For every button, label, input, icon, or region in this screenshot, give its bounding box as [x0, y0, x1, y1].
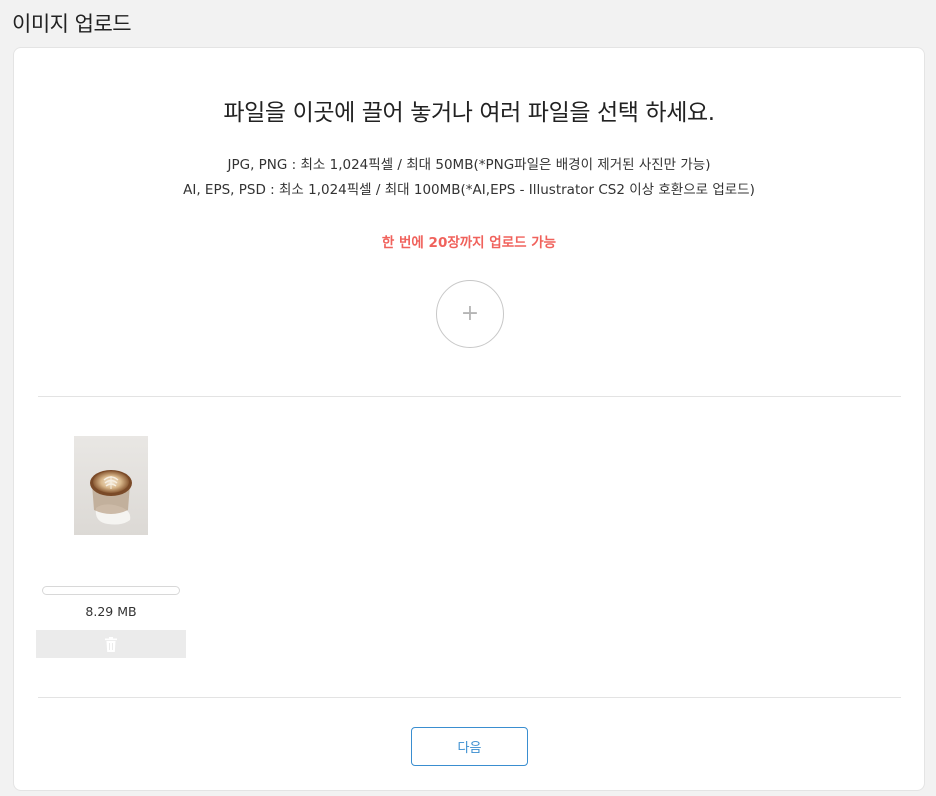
spec-vector-formats: AI, EPS, PSD : 최소 1,024픽셀 / 최대 100MB(*AI…	[183, 182, 755, 198]
latte-photo-image	[74, 436, 148, 535]
next-button[interactable]: 다음	[411, 727, 528, 766]
upload-limit-note: 한 번에 20장까지 업로드 가능	[381, 235, 557, 251]
divider	[38, 697, 901, 698]
upload-progress-bar	[42, 586, 180, 595]
add-file-button[interactable]: +	[436, 280, 504, 348]
page-title: 이미지 업로드	[12, 12, 132, 36]
drop-zone-heading: 파일을 이곳에 끌어 놓거나 여러 파일을 선택 하세요.	[223, 100, 715, 126]
file-thumbnail	[74, 436, 148, 535]
trash-icon	[105, 636, 117, 652]
delete-file-button[interactable]	[36, 630, 186, 658]
uploaded-file-item: 8.29 MB	[36, 436, 186, 658]
upload-card: 파일을 이곳에 끌어 놓거나 여러 파일을 선택 하세요. JPG, PNG :…	[13, 47, 925, 791]
divider	[38, 396, 901, 397]
spec-image-formats: JPG, PNG : 최소 1,024픽셀 / 최대 50MB(*PNG파일은 …	[227, 157, 711, 173]
file-drop-zone[interactable]: 파일을 이곳에 끌어 놓거나 여러 파일을 선택 하세요. JPG, PNG :…	[14, 48, 924, 397]
file-size: 8.29 MB	[85, 604, 137, 619]
plus-icon: +	[460, 301, 480, 326]
